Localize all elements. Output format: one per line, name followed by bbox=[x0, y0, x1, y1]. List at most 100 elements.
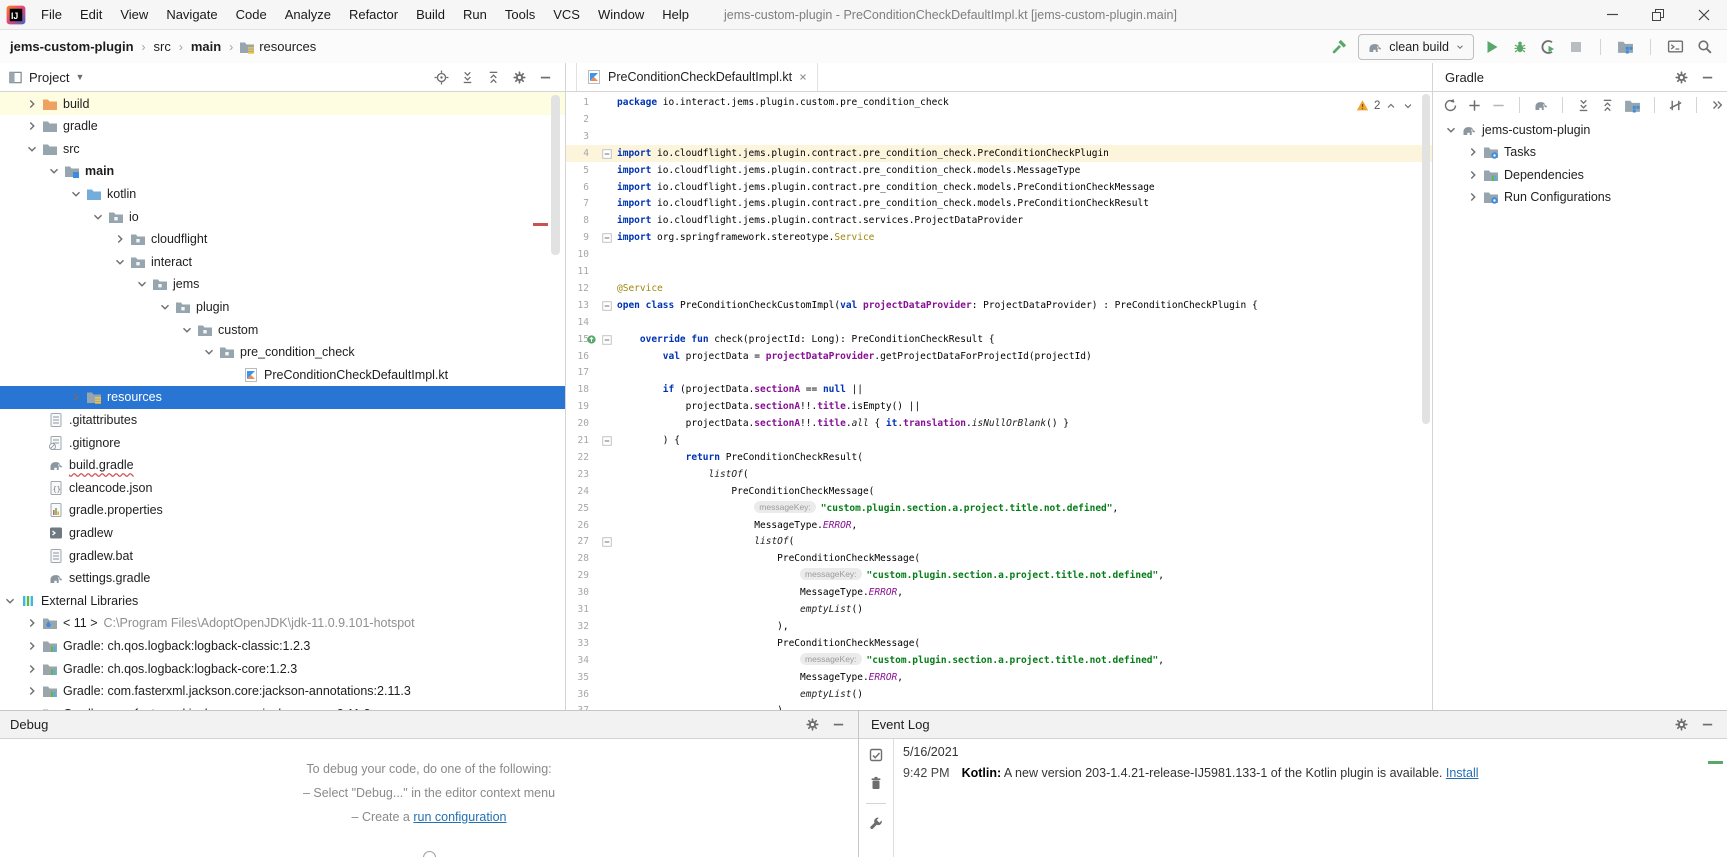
code-line-19[interactable]: projectData.sectionA!!.title.isEmpty() |… bbox=[617, 399, 920, 416]
tree-row-gradle-com-fasterxml-jackson-core-jackson-annotations-2-11-3[interactable]: Gradle: com.fasterxml.jackson.core:jacks… bbox=[0, 680, 566, 703]
code-line-20[interactable]: projectData.sectionA!!.title.all { it.tr… bbox=[617, 416, 1069, 433]
remove-icon[interactable] bbox=[1491, 98, 1506, 113]
code-line-33[interactable]: PreConditionCheckMessage( bbox=[617, 636, 920, 653]
tree-row-build-gradle[interactable]: build.gradle bbox=[0, 454, 566, 477]
tree-row-cloudflight[interactable]: cloudflight bbox=[0, 228, 566, 251]
tree-row-plugin[interactable]: plugin bbox=[0, 295, 566, 318]
tree-row--gitignore[interactable]: .gitignore bbox=[0, 431, 566, 454]
chevron-down-icon[interactable] bbox=[132, 277, 152, 291]
project-structure-icon[interactable] bbox=[1624, 97, 1641, 114]
tree-row-main[interactable]: main bbox=[0, 160, 566, 183]
code-line-6[interactable]: import io.cloudflight.jems.plugin.contra… bbox=[617, 180, 1155, 197]
menu-file[interactable]: File bbox=[32, 0, 71, 29]
inspections-widget[interactable]: 2 bbox=[1356, 99, 1414, 112]
menu-refactor[interactable]: Refactor bbox=[340, 0, 407, 29]
breadcrumb-jems-custom-plugin[interactable]: jems-custom-plugin bbox=[8, 39, 136, 54]
code-line-26[interactable]: MessageType.ERROR, bbox=[617, 518, 857, 535]
hide-icon[interactable] bbox=[538, 70, 553, 85]
hide-icon[interactable] bbox=[831, 717, 846, 732]
fold-marker-icon[interactable] bbox=[602, 149, 612, 162]
code-line-12[interactable]: @Service bbox=[617, 281, 663, 298]
override-method-icon[interactable] bbox=[586, 334, 597, 348]
chevron-right-icon[interactable] bbox=[1463, 168, 1483, 182]
chevron-right-icon[interactable] bbox=[1463, 190, 1483, 204]
fold-marker-icon[interactable] bbox=[602, 436, 612, 449]
tree-row--gitattributes[interactable]: .gitattributes bbox=[0, 408, 566, 431]
close-tab-icon[interactable] bbox=[798, 72, 808, 82]
code-line-25[interactable]: messageKey:"custom.plugin.section.a.proj… bbox=[617, 501, 1118, 518]
run-coverage-icon[interactable] bbox=[1540, 39, 1556, 55]
code-line-15[interactable]: override fun check(projectId: Long): Pre… bbox=[617, 332, 995, 349]
collapse-all-icon[interactable] bbox=[486, 70, 501, 85]
fold-marker-icon[interactable] bbox=[602, 335, 612, 348]
tree-row-jems-custom-plugin[interactable]: jems-custom-plugin bbox=[1433, 118, 1727, 141]
chevron-down-icon[interactable]: ▼ bbox=[75, 72, 84, 82]
tree-row-custom[interactable]: custom bbox=[0, 318, 566, 341]
chevron-right-icon[interactable] bbox=[110, 232, 130, 246]
fold-marker-icon[interactable] bbox=[602, 233, 612, 246]
code-line-37[interactable]: ) bbox=[617, 703, 783, 710]
tree-row-build[interactable]: build bbox=[0, 92, 566, 115]
settings-gear-icon[interactable] bbox=[1674, 70, 1689, 85]
breadcrumb-main[interactable]: main bbox=[189, 39, 223, 54]
refresh-icon[interactable] bbox=[1443, 98, 1458, 113]
code-line-22[interactable]: return PreConditionCheckResult( bbox=[617, 450, 863, 467]
chevron-down-icon[interactable] bbox=[0, 594, 20, 608]
tree-row-tasks[interactable]: Tasks bbox=[1433, 141, 1727, 164]
tab-preconditioncheckdefaultimpl[interactable]: PreConditionCheckDefaultImpl.kt bbox=[576, 63, 818, 91]
breadcrumb-src[interactable]: src bbox=[152, 39, 173, 54]
menu-build[interactable]: Build bbox=[407, 0, 454, 29]
tree-row-interact[interactable]: interact bbox=[0, 250, 566, 273]
tree-row-dependencies[interactable]: Dependencies bbox=[1433, 163, 1727, 186]
expand-all-icon[interactable] bbox=[460, 70, 475, 85]
settings-gear-icon[interactable] bbox=[805, 717, 820, 732]
chevron-down-icon[interactable] bbox=[199, 345, 219, 359]
settings-gear-icon[interactable] bbox=[512, 70, 527, 85]
more-icon[interactable] bbox=[1710, 98, 1724, 112]
chevron-right-icon[interactable] bbox=[1463, 145, 1483, 159]
menu-tools[interactable]: Tools bbox=[496, 0, 544, 29]
code-line-23[interactable]: listOf( bbox=[617, 467, 749, 484]
code-line-21[interactable]: ) { bbox=[617, 433, 680, 450]
menu-vcs[interactable]: VCS bbox=[544, 0, 589, 29]
chevron-down-icon[interactable] bbox=[66, 187, 86, 201]
install-link[interactable]: Install bbox=[1446, 766, 1479, 780]
tree-row-cleancode-json[interactable]: {}cleancode.json bbox=[0, 476, 566, 499]
terminal-icon[interactable] bbox=[1667, 38, 1684, 55]
collapse-all-icon[interactable] bbox=[1600, 98, 1615, 113]
code-line-7[interactable]: import io.cloudflight.jems.plugin.contra… bbox=[617, 196, 1149, 213]
mark-read-icon[interactable] bbox=[868, 747, 884, 763]
breadcrumb-resources[interactable]: resources bbox=[257, 39, 318, 54]
code-line-36[interactable]: emptyList() bbox=[617, 687, 863, 704]
code-line-32[interactable]: ), bbox=[617, 619, 789, 636]
menu-window[interactable]: Window bbox=[589, 0, 653, 29]
minimize-button[interactable] bbox=[1589, 0, 1635, 29]
gradle-elephant-icon[interactable] bbox=[1533, 97, 1549, 113]
chevron-right-icon[interactable] bbox=[22, 616, 42, 630]
next-issue-icon[interactable] bbox=[1402, 100, 1414, 112]
menu-code[interactable]: Code bbox=[227, 0, 276, 29]
hide-icon[interactable] bbox=[1700, 717, 1715, 732]
chevron-down-icon[interactable] bbox=[155, 300, 175, 314]
tree-row-src[interactable]: src bbox=[0, 137, 566, 160]
chevron-right-icon[interactable] bbox=[22, 662, 42, 676]
tree-row--11-[interactable]: < 11 >C:\Program Files\AdoptOpenJDK\jdk-… bbox=[0, 612, 566, 635]
tree-row-run-configurations[interactable]: Run Configurations bbox=[1433, 186, 1727, 209]
code-line-30[interactable]: MessageType.ERROR, bbox=[617, 585, 903, 602]
code-line-5[interactable]: import io.cloudflight.jems.plugin.contra… bbox=[617, 163, 1080, 180]
code-line-34[interactable]: messageKey:"custom.plugin.section.a.proj… bbox=[617, 653, 1164, 670]
tree-row-gradle-ch-qos-logback-logback-core-1-2-3[interactable]: Gradle: ch.qos.logback:logback-core:1.2.… bbox=[0, 657, 566, 680]
code-line-13[interactable]: open class PreConditionCheckCustomImpl(v… bbox=[617, 298, 1258, 315]
menu-run[interactable]: Run bbox=[454, 0, 496, 29]
tree-row-resources[interactable]: resources bbox=[0, 386, 566, 409]
chevron-right-icon[interactable] bbox=[22, 119, 42, 133]
code-line-4[interactable]: import io.cloudflight.jems.plugin.contra… bbox=[617, 146, 1109, 163]
settings-gear-icon[interactable] bbox=[1674, 717, 1689, 732]
debug-icon[interactable] bbox=[1512, 39, 1528, 55]
code-line-35[interactable]: MessageType.ERROR, bbox=[617, 670, 903, 687]
menu-analyze[interactable]: Analyze bbox=[276, 0, 340, 29]
chevron-down-icon[interactable] bbox=[1441, 123, 1461, 137]
fold-marker-icon[interactable] bbox=[602, 301, 612, 314]
project-structure-icon[interactable] bbox=[1617, 38, 1634, 55]
expand-all-icon[interactable] bbox=[1576, 98, 1591, 113]
